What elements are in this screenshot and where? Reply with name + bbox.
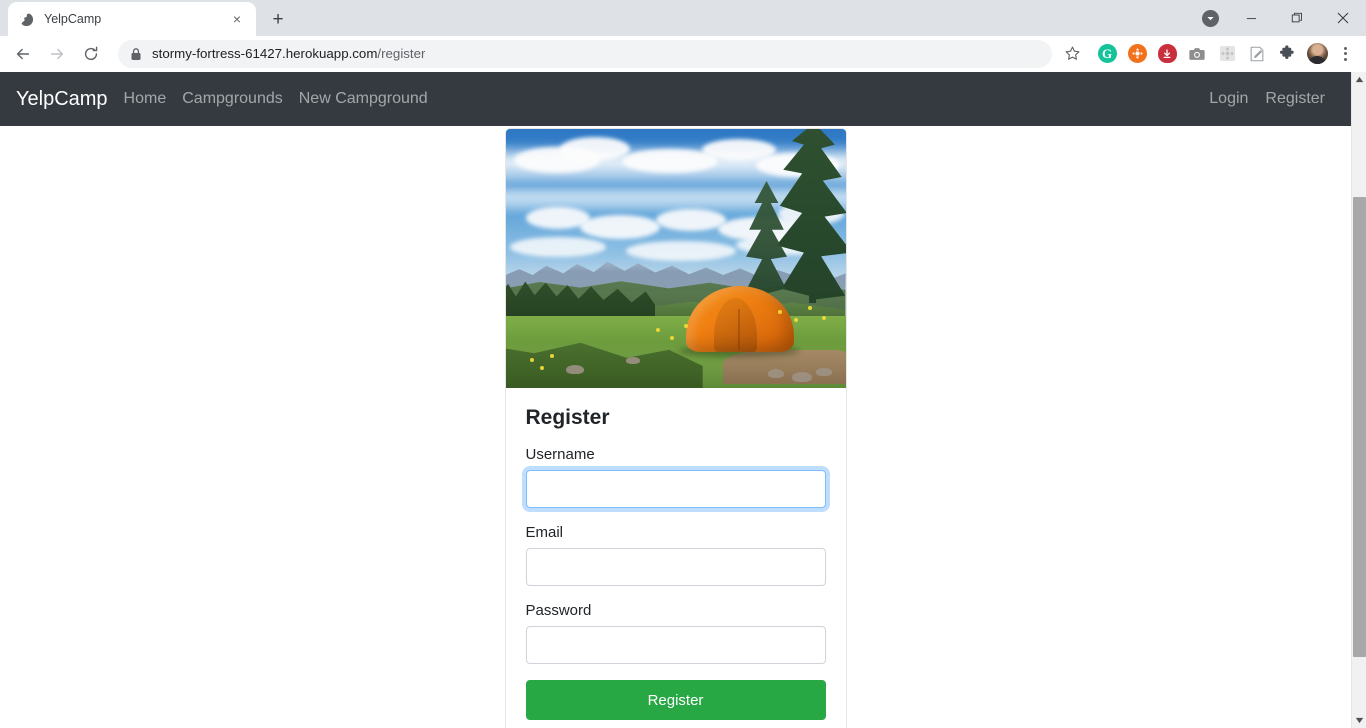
video-downloader-extension-icon[interactable] [1152, 39, 1182, 69]
password-label: Password [525, 602, 592, 619]
minimize-button[interactable] [1228, 0, 1274, 36]
register-submit-button[interactable]: Register [525, 680, 826, 720]
username-label: Username [525, 446, 595, 463]
address-bar[interactable]: stormy-fortress-61427.herokuapp.com/regi… [118, 39, 1052, 68]
page-content: Register Username Email Password Registe… [0, 126, 1351, 728]
new-tab-button[interactable]: + [264, 5, 292, 33]
bookmark-star-icon[interactable] [1058, 40, 1086, 68]
window-controls [1192, 0, 1366, 36]
extensions-row: G [1092, 39, 1358, 69]
grid-extension-icon[interactable] [1212, 39, 1242, 69]
forward-arrow-icon[interactable] [42, 39, 72, 69]
url-text: stormy-fortress-61427.herokuapp.com/regi… [152, 46, 425, 61]
page-scrollbar[interactable] [1351, 72, 1366, 728]
grammarly-extension-icon[interactable]: G [1092, 39, 1122, 69]
register-card: Register Username Email Password Registe… [504, 128, 847, 728]
browser-tab-yelpcamp[interactable]: YelpCamp × [8, 2, 256, 36]
nav-link-new-campground[interactable]: New Campground [299, 90, 428, 108]
navbar-brand[interactable]: YelpCamp [16, 88, 108, 111]
url-host: stormy-fortress-61427.herokuapp.com [152, 46, 378, 61]
page-title: Register [525, 406, 610, 429]
password-input[interactable] [525, 626, 826, 664]
url-path: /register [377, 46, 426, 61]
chevron-down-badge-icon[interactable] [1192, 0, 1228, 36]
close-window-button[interactable] [1320, 0, 1366, 36]
nav-link-login[interactable]: Login [1209, 90, 1248, 108]
form-group-username: Username [525, 446, 826, 508]
navbar-links: Home Campgrounds New Campground [124, 90, 428, 108]
orange-extension-icon[interactable] [1122, 39, 1152, 69]
tab-strip: YelpCamp × + [0, 0, 1366, 36]
user-avatar[interactable] [1302, 39, 1332, 69]
form-group-password: Password [525, 602, 826, 664]
browser-toolbar: stormy-fortress-61427.herokuapp.com/regi… [0, 36, 1366, 72]
lock-icon [130, 47, 142, 61]
maximize-button[interactable] [1274, 0, 1320, 36]
back-arrow-icon[interactable] [8, 39, 38, 69]
nav-link-register[interactable]: Register [1265, 90, 1325, 108]
email-input[interactable] [525, 548, 826, 586]
scroll-up-arrow-icon[interactable] [1352, 72, 1366, 87]
three-dot-menu-icon[interactable] [1332, 39, 1358, 69]
close-icon[interactable]: × [228, 10, 246, 28]
scrollbar-thumb[interactable] [1353, 197, 1366, 657]
page-viewport: YelpCamp Home Campgrounds New Campground… [0, 72, 1366, 728]
reload-icon[interactable] [76, 39, 106, 69]
notes-extension-icon[interactable] [1242, 39, 1272, 69]
screenshot-camera-extension-icon[interactable] [1182, 39, 1212, 69]
navbar-right-links: Login Register [1209, 90, 1335, 108]
username-input[interactable] [525, 470, 826, 508]
campsite-photo [505, 129, 846, 388]
form-group-email: Email [525, 524, 826, 586]
tab-title: YelpCamp [44, 12, 102, 26]
register-form: Register Username Email Password Registe… [506, 388, 846, 728]
nav-link-campgrounds[interactable]: Campgrounds [182, 90, 283, 108]
puzzle-extensions-icon[interactable] [1272, 39, 1302, 69]
site-navbar: YelpCamp Home Campgrounds New Campground… [0, 72, 1351, 126]
globe-icon [18, 11, 34, 27]
nav-link-home[interactable]: Home [124, 90, 167, 108]
grammarly-glyph: G [1097, 44, 1117, 63]
browser-window: YelpCamp × + stormy-fortress-61427.herok… [0, 0, 1366, 728]
email-label: Email [525, 524, 564, 541]
scroll-down-arrow-icon[interactable] [1352, 713, 1366, 728]
tent-icon [679, 286, 801, 357]
